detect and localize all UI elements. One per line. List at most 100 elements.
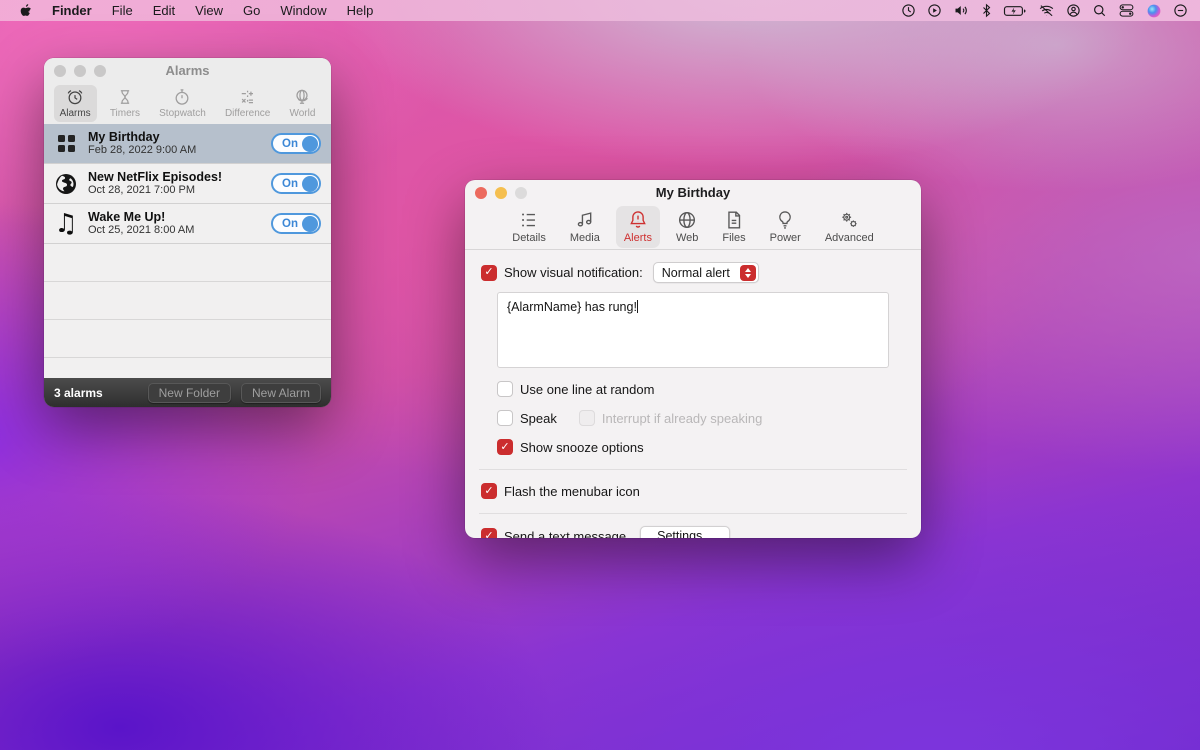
alarm-toggle[interactable]: On [271, 173, 321, 194]
send-text-label: Send a text message [504, 529, 626, 539]
alert-type-dropdown[interactable]: Normal alert [653, 262, 759, 283]
toggle-label: On [282, 178, 298, 190]
alarm-row-netflix[interactable]: New NetFlix Episodes! Oct 28, 2021 7:00 … [44, 164, 331, 204]
toggle-label: On [282, 138, 298, 150]
web-globe-icon [676, 209, 698, 231]
user-circle-icon[interactable] [1066, 3, 1081, 18]
show-visual-notification-label: Show visual notification: [504, 265, 643, 280]
do-not-disturb-icon[interactable] [1173, 3, 1188, 18]
bluetooth-icon[interactable] [981, 3, 992, 18]
close-button[interactable] [475, 187, 487, 199]
section-divider [479, 513, 907, 514]
tab-details[interactable]: Details [504, 206, 554, 248]
alarm-settings-window: My Birthday Details Media Alerts Web Fil… [465, 180, 921, 538]
alert-type-value: Normal alert [654, 266, 740, 280]
zoom-button[interactable] [94, 65, 106, 77]
tab-alarms[interactable]: Alarms [54, 85, 97, 122]
tab-label: World [289, 108, 315, 119]
show-visual-notification-checkbox[interactable]: ✓ [481, 265, 497, 281]
difference-icon [238, 87, 258, 107]
empty-list-row [44, 320, 331, 358]
control-center-icon[interactable] [1118, 3, 1135, 18]
text-caret [637, 300, 638, 313]
alarm-row-my-birthday[interactable]: My Birthday Feb 28, 2022 9:00 AM On [44, 124, 331, 164]
menu-item-window[interactable]: Window [270, 3, 336, 18]
new-alarm-button[interactable]: New Alarm [241, 383, 321, 403]
tab-label: Advanced [825, 232, 874, 244]
tab-advanced[interactable]: Advanced [817, 206, 882, 248]
tab-alerts[interactable]: Alerts [616, 206, 660, 248]
tab-power[interactable]: Power [762, 206, 809, 248]
window-title: My Birthday [465, 180, 921, 206]
tab-world[interactable]: World [283, 85, 321, 122]
close-button[interactable] [54, 65, 66, 77]
new-folder-button[interactable]: New Folder [148, 383, 231, 403]
menu-item-view[interactable]: View [185, 3, 233, 18]
stopwatch-icon [172, 87, 192, 107]
settings-toolbar: Details Media Alerts Web Files Power [465, 204, 921, 250]
tab-label: Power [770, 232, 801, 244]
dropdown-stepper-icon [740, 265, 756, 281]
lightbulb-icon [774, 209, 796, 231]
tab-label: Files [722, 232, 745, 244]
tab-label: Web [676, 232, 698, 244]
speak-checkbox[interactable] [497, 410, 513, 426]
apple-menu-icon[interactable] [18, 3, 32, 19]
tab-label: Difference [225, 108, 270, 119]
alarms-window: Alarms Alarms Timers Stopwatch Differenc… [44, 58, 331, 407]
clock-icon[interactable] [901, 3, 916, 18]
tab-timers[interactable]: Timers [104, 85, 146, 122]
use-one-line-checkbox[interactable] [497, 381, 513, 397]
search-icon[interactable] [1092, 3, 1107, 18]
menu-bar: Finder File Edit View Go Window Help [0, 0, 1200, 21]
tab-label: Media [570, 232, 600, 244]
siri-icon[interactable] [1146, 3, 1162, 19]
menu-item-edit[interactable]: Edit [143, 3, 185, 18]
music-note-icon: ♫ [44, 211, 88, 237]
desktop: Finder File Edit View Go Window Help [0, 0, 1200, 750]
alert-bell-icon [627, 209, 649, 231]
alarm-toggle[interactable]: On [271, 213, 321, 234]
list-icon [518, 209, 540, 231]
alarm-datetime: Oct 25, 2021 8:00 AM [88, 224, 271, 237]
tab-difference[interactable]: Difference [219, 85, 276, 122]
menu-item-help[interactable]: Help [337, 3, 384, 18]
flash-menubar-checkbox[interactable]: ✓ [481, 483, 497, 499]
tab-label: Timers [110, 108, 140, 119]
menu-item-finder[interactable]: Finder [42, 3, 102, 18]
menu-item-file[interactable]: File [102, 3, 143, 18]
notification-message-text: {AlarmName} has rung! [507, 300, 637, 314]
globe-filled-icon [44, 171, 88, 197]
send-text-checkbox[interactable]: ✓ [481, 528, 497, 538]
alarms-titlebar[interactable]: Alarms [44, 58, 331, 84]
notification-message-textarea[interactable]: {AlarmName} has rung! [497, 292, 889, 368]
minimize-button[interactable] [74, 65, 86, 77]
play-circle-icon[interactable] [927, 3, 942, 18]
alarms-statusbar: 3 alarms New Folder New Alarm [44, 378, 331, 407]
tab-media[interactable]: Media [562, 206, 608, 248]
toggle-knob [302, 216, 318, 232]
menu-item-go[interactable]: Go [233, 3, 270, 18]
battery-charging-icon[interactable] [1003, 4, 1027, 18]
minimize-button[interactable] [495, 187, 507, 199]
alerts-pane: ✓ Show visual notification: Normal alert… [465, 250, 921, 538]
show-snooze-checkbox[interactable]: ✓ [497, 439, 513, 455]
gears-icon [838, 209, 860, 231]
alarm-count: 3 alarms [54, 386, 138, 400]
alarm-toggle[interactable]: On [271, 133, 321, 154]
tab-web[interactable]: Web [668, 206, 706, 248]
hourglass-icon [115, 87, 135, 107]
text-message-settings-button[interactable]: Settings... [640, 526, 730, 538]
tab-files[interactable]: Files [714, 206, 753, 248]
zoom-button[interactable] [515, 187, 527, 199]
volume-icon[interactable] [953, 3, 970, 18]
alarm-row-wake-me-up[interactable]: ♫ Wake Me Up! Oct 25, 2021 8:00 AM On [44, 204, 331, 244]
tab-stopwatch[interactable]: Stopwatch [153, 85, 212, 122]
wifi-off-icon[interactable] [1038, 3, 1055, 18]
alarm-name: Wake Me Up! [88, 210, 271, 224]
tab-label: Stopwatch [159, 108, 206, 119]
alarm-datetime: Oct 28, 2021 7:00 PM [88, 184, 271, 197]
tab-label: Alerts [624, 232, 652, 244]
alarm-list: My Birthday Feb 28, 2022 9:00 AM On New … [44, 124, 331, 378]
settings-titlebar[interactable]: My Birthday [465, 180, 921, 204]
